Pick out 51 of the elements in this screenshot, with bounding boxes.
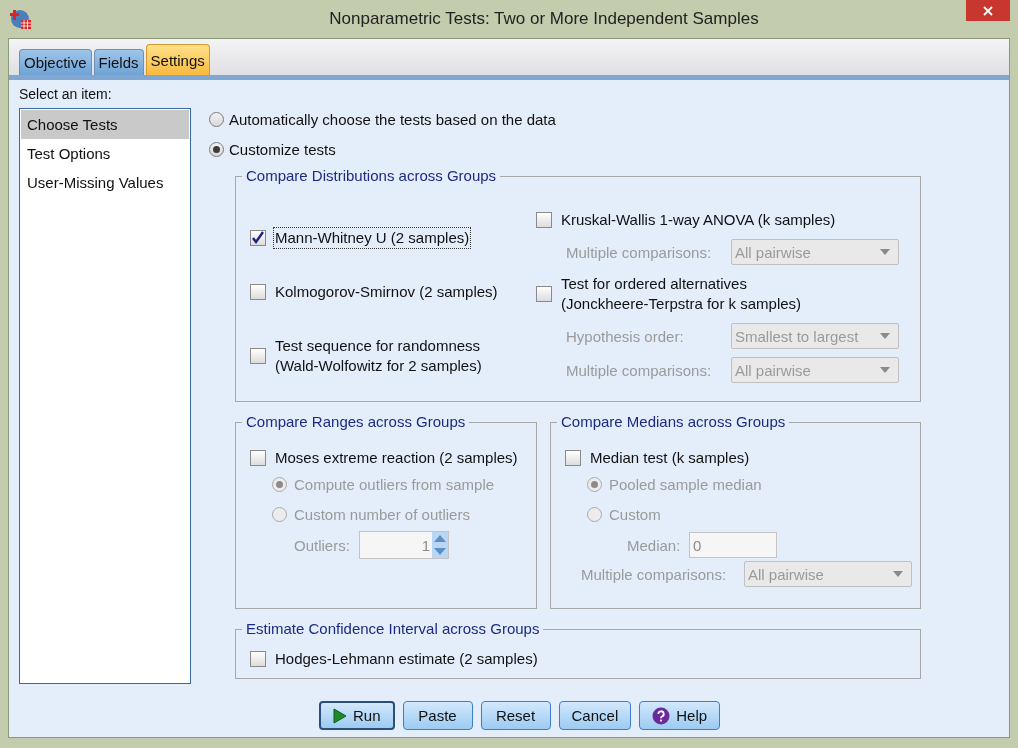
tab[interactable]: Fields	[93, 49, 144, 75]
dialog-button[interactable]: Help	[639, 701, 721, 730]
checkbox-label[interactable]: Median test (k samples)	[588, 447, 752, 469]
checkbox-label[interactable]: Moses extreme reaction (2 samples)	[273, 447, 520, 469]
checkbox[interactable]	[536, 212, 552, 228]
group-title: Compare Medians across Groups	[557, 413, 790, 430]
field-label: Hypothesis order:	[566, 327, 685, 345]
field-label: Median:	[627, 536, 682, 554]
window-title: Nonparametric Tests: Two or More Independent Samples	[328, 9, 760, 29]
list-item[interactable]: Test Options	[21, 139, 189, 168]
checkbox[interactable]	[565, 450, 581, 466]
checkbox-label[interactable]: Test for ordered alternatives (Jonckheere-Terpstra for k samples)	[559, 273, 804, 315]
checkbox-label[interactable]: Kolmogorov-Smirnov (2 samples)	[273, 281, 500, 303]
close-icon	[983, 5, 993, 16]
caret-icon	[880, 333, 890, 339]
help-icon	[652, 706, 671, 725]
checkbox-label[interactable]: Test sequence for randomness (Wald-Wolfowitz for 2 samples)	[273, 335, 484, 377]
field-label: Multiple comparisons:	[581, 565, 728, 583]
checkbox[interactable]	[250, 651, 266, 667]
checkbox-label[interactable]: Hodges-Lehmann estimate (2 samples)	[273, 648, 540, 670]
play-icon	[333, 707, 347, 724]
radio-button[interactable]	[209, 141, 224, 157]
radio-button[interactable]	[209, 111, 224, 127]
field-label: Multiple comparisons:	[566, 361, 713, 379]
field-label: Outliers:	[294, 536, 351, 554]
checkbox[interactable]	[250, 230, 266, 246]
caret-icon	[893, 571, 903, 577]
dialog-button[interactable]: Run	[319, 701, 395, 730]
tab[interactable]: Objective	[19, 49, 92, 75]
dialog-button[interactable]: Reset	[480, 701, 551, 730]
checkbox-label[interactable]: Kruskal-Wallis 1-way ANOVA (k samples)	[559, 209, 838, 231]
radio-label[interactable]: Customize tests	[229, 140, 336, 158]
checkbox[interactable]	[536, 286, 552, 302]
checkbox[interactable]	[250, 284, 266, 300]
checkbox[interactable]	[250, 450, 266, 466]
tab[interactable]: Settings	[145, 44, 210, 75]
radio-label[interactable]: Automatically choose the tests based on the data	[229, 110, 556, 128]
caret-icon	[880, 367, 890, 373]
dialog-button[interactable]: Cancel	[558, 701, 632, 730]
checkbox-label[interactable]: Mann-Whitney U (2 samples)	[273, 227, 472, 249]
checkbox[interactable]	[250, 348, 266, 364]
dialog-button[interactable]: Paste	[402, 701, 473, 730]
list-label: Select an item:	[19, 86, 112, 102]
group-title: Estimate Confidence Interval across Groups	[242, 620, 544, 637]
group-title: Compare Distributions across Groups	[242, 167, 501, 184]
field-label: Multiple comparisons:	[566, 243, 713, 261]
list-item[interactable]: Choose Tests	[21, 110, 189, 139]
list-item[interactable]: User-Missing Values	[21, 168, 189, 197]
close-button[interactable]	[966, 0, 1010, 21]
caret-icon	[880, 249, 890, 255]
app-icon	[10, 8, 32, 30]
